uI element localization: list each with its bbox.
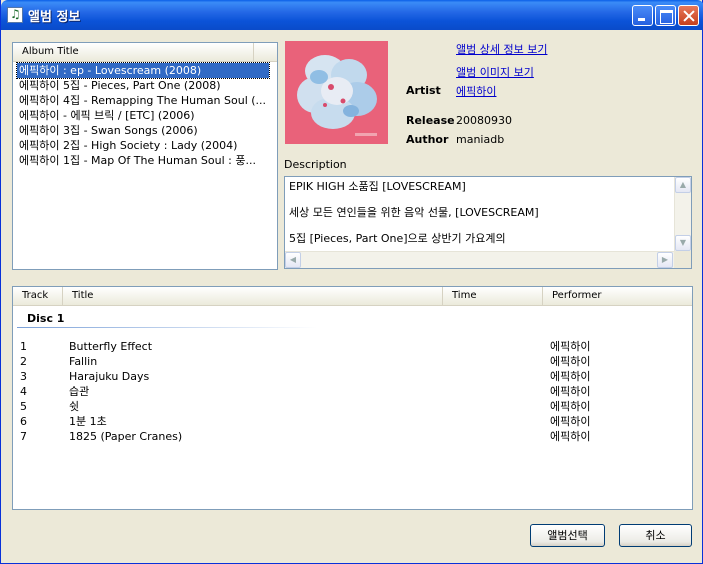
track-title: 1825 (Paper Cranes) xyxy=(69,430,183,443)
track-performer: 에픽하이 xyxy=(550,430,591,443)
description-text: EPIK HIGH 소품집 [LOVESCREAM] 세상 모든 연인들을 위한… xyxy=(289,180,671,258)
description-line: EPIK HIGH 소품집 [LOVESCREAM] xyxy=(289,180,466,193)
album-list-item[interactable]: 에픽하이 3집 - Swan Songs (2006) xyxy=(17,123,269,138)
title-bar[interactable]: 앨범 정보 xyxy=(1,0,703,30)
close-button[interactable] xyxy=(678,5,699,26)
album-rows: 에픽하이 : ep - Lovescream (2008) 에픽하이 5집 - P… xyxy=(16,62,270,168)
minimize-button[interactable] xyxy=(632,5,653,26)
track-row[interactable]: 7 1825 (Paper Cranes) 에픽하이 xyxy=(13,429,673,444)
track-number: 2 xyxy=(20,355,27,368)
album-image-link[interactable]: 앨범 이미지 보기 xyxy=(456,64,534,80)
release-value: 20080930 xyxy=(456,114,512,127)
track-row[interactable]: 5 쉿 에픽하이 xyxy=(13,399,673,414)
track-title: Harajuku Days xyxy=(69,370,150,383)
description-line: 5집 [Pieces, Part One]으로 상반기 가요계의 xyxy=(289,232,506,245)
track-number: 1 xyxy=(20,340,27,353)
scrollbar-corner xyxy=(674,251,691,268)
time-column-header[interactable]: Time xyxy=(443,287,543,305)
track-title: Butterfly Effect xyxy=(69,340,153,353)
album-list-header: Album Title xyxy=(13,43,277,62)
scroll-up-button[interactable]: ▲ xyxy=(675,177,691,193)
artist-label: Artist xyxy=(406,84,441,97)
track-title: 습관 xyxy=(69,385,90,398)
artist-link[interactable]: 에픽하이 xyxy=(456,83,496,99)
album-list-item[interactable]: 에픽하이 4집 - Remapping The Human Soul (... xyxy=(17,93,269,108)
chevron-up-icon: ▲ xyxy=(679,180,687,189)
track-row[interactable]: 1 Butterfly Effect 에픽하이 xyxy=(13,339,673,354)
track-performer: 에픽하이 xyxy=(550,370,591,383)
disc-group-divider xyxy=(17,327,317,328)
album-list-item[interactable]: 에픽하이 2집 - High Society : Lady (2004) xyxy=(17,138,269,153)
select-album-button[interactable]: 앨범선택 xyxy=(530,524,605,547)
track-row[interactable]: 6 1분 1초 에픽하이 xyxy=(13,414,673,429)
track-performer: 에픽하이 xyxy=(550,385,591,398)
cancel-button[interactable]: 취소 xyxy=(619,524,692,547)
track-performer: 에픽하이 xyxy=(550,415,591,428)
track-column-header[interactable]: Track xyxy=(13,287,63,305)
track-row[interactable]: 3 Harajuku Days 에픽하이 xyxy=(13,369,673,384)
description-label: Description xyxy=(284,158,347,171)
track-number: 4 xyxy=(20,385,27,398)
scroll-right-button[interactable]: ▶ xyxy=(657,252,673,268)
album-list[interactable]: Album Title 에픽하이 : ep - Lovescream (2008… xyxy=(12,42,278,270)
album-list-item[interactable]: 에픽하이 - 에픽 브릭 / [ETC] (2006) xyxy=(17,108,269,123)
track-performer: 에픽하이 xyxy=(550,340,591,353)
album-list-item[interactable]: 에픽하이 5집 - Pieces, Part One (2008) xyxy=(17,78,269,93)
description-box[interactable]: EPIK HIGH 소품집 [LOVESCREAM] 세상 모든 연인들을 위한… xyxy=(284,176,692,269)
album-list-item[interactable]: 에픽하이 1집 - Map Of The Human Soul : 풍... xyxy=(17,153,269,168)
chevron-down-icon: ▼ xyxy=(679,238,687,247)
track-number: 5 xyxy=(20,400,27,413)
track-title: 쉿 xyxy=(69,400,80,413)
track-row[interactable]: 4 습관 에픽하이 xyxy=(13,384,673,399)
track-title: 1분 1초 xyxy=(69,415,107,428)
track-list[interactable]: Track Title Time Performer Disc 1 1 Butte… xyxy=(12,286,693,510)
description-vertical-scrollbar[interactable]: ▲ ▼ xyxy=(674,177,691,252)
title-column-header[interactable]: Title xyxy=(63,287,443,305)
track-number: 7 xyxy=(20,430,27,443)
scroll-down-button[interactable]: ▼ xyxy=(675,235,691,251)
album-detail-link[interactable]: 앨범 상세 정보 보기 xyxy=(456,41,547,57)
performer-column-header[interactable]: Performer xyxy=(543,287,693,305)
track-number: 6 xyxy=(20,415,27,428)
track-row[interactable]: 2 Fallin 에픽하이 xyxy=(13,354,673,369)
track-title: Fallin xyxy=(69,355,98,368)
author-label: Author xyxy=(406,133,449,146)
album-info-window: 앨범 정보 Album Title 에픽하이 : ep - Lovescream… xyxy=(0,0,703,564)
author-value: maniadb xyxy=(456,133,505,146)
album-title-column-header[interactable]: Album Title xyxy=(13,43,254,61)
track-performer: 에픽하이 xyxy=(550,355,591,368)
chevron-right-icon: ▶ xyxy=(661,255,669,264)
track-performer: 에픽하이 xyxy=(550,400,591,413)
album-cover-image xyxy=(285,41,388,144)
description-horizontal-scrollbar[interactable]: ◀ ▶ xyxy=(285,251,675,268)
release-label: Release xyxy=(406,114,455,127)
window-title: 앨범 정보 xyxy=(28,10,81,25)
scroll-left-button[interactable]: ◀ xyxy=(285,252,301,268)
album-list-item[interactable]: 에픽하이 : ep - Lovescream (2008) xyxy=(16,62,270,79)
music-app-icon xyxy=(7,7,23,23)
track-list-header: Track Title Time Performer xyxy=(13,287,692,306)
disc-group-label: Disc 1 xyxy=(27,312,65,325)
maximize-button[interactable] xyxy=(655,5,676,26)
chevron-left-icon: ◀ xyxy=(289,255,297,264)
track-number: 3 xyxy=(20,370,27,383)
description-line: 세상 모든 연인들을 위한 음악 선물, [LOVESCREAM] xyxy=(289,206,539,219)
